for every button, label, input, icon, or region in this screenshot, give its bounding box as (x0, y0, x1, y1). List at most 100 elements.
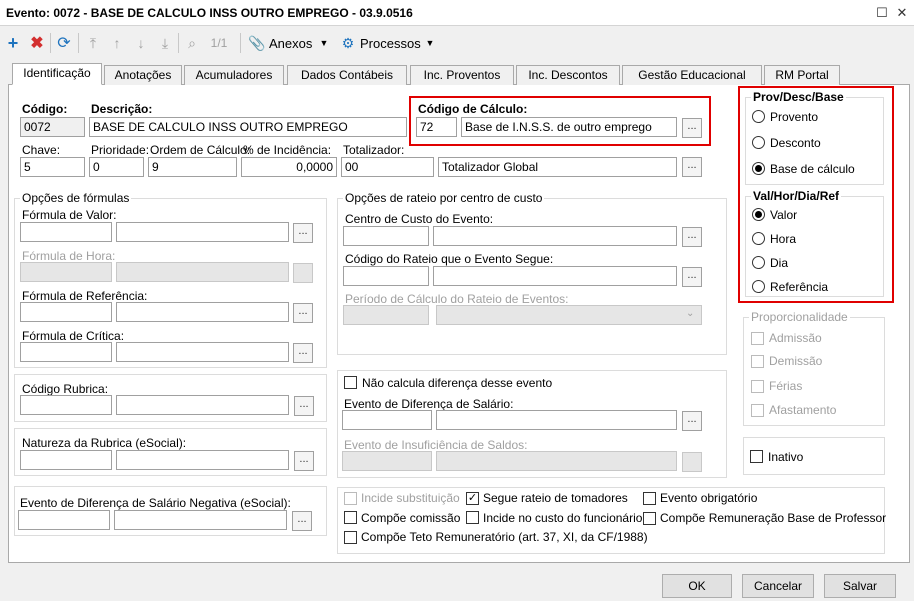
chevron-down-icon[interactable]: ▼ (424, 33, 436, 53)
compoe-comissao-checkbox[interactable] (344, 511, 357, 524)
ok-button[interactable]: OK (662, 574, 732, 598)
base-calculo-label: Base de cálculo (770, 162, 855, 176)
formula-critica-lookup-button[interactable]: ... (293, 343, 313, 363)
natureza-rubrica-code[interactable] (20, 450, 112, 470)
periodo-rateio-select[interactable] (436, 305, 702, 325)
formula-hora-description (116, 262, 289, 282)
formula-hora-lookup-button[interactable]: ... (293, 263, 313, 283)
referencia-label: Referência (770, 280, 829, 294)
previous-record-icon[interactable]: ↑ (108, 33, 126, 53)
base-calculo-radio[interactable] (752, 162, 765, 175)
compoe-remuneracao-checkbox[interactable] (643, 512, 656, 525)
segue-rateio-label: Segue rateio de tomadores (483, 491, 628, 505)
add-icon[interactable]: + (4, 33, 22, 53)
centro-custo-code[interactable] (343, 226, 429, 246)
formula-valor-code[interactable] (20, 222, 112, 242)
next-record-icon[interactable]: ↓ (132, 33, 150, 53)
toolbar: + ✖ ⟳ ⤒ ↑ ↓ ⤓ ⌕ 1/1 📎 Anexos ▼ ⚙ Process… (0, 27, 914, 59)
tab-gestao-educacional[interactable]: Gestão Educacional (622, 65, 762, 85)
formula-valor-lookup-button[interactable]: ... (293, 223, 313, 243)
formula-referencia-lookup-button[interactable]: ... (293, 303, 313, 323)
compoe-teto-label: Compõe Teto Remuneratório (art. 37, XI, … (361, 530, 648, 544)
tab-inc-proventos[interactable]: Inc. Proventos (410, 65, 514, 85)
segue-rateio-checkbox[interactable]: ✓ (466, 492, 479, 505)
referencia-radio[interactable] (752, 280, 765, 293)
totalizador-field[interactable]: 00 (341, 157, 434, 177)
delete-icon[interactable]: ✖ (28, 33, 46, 53)
insuficiencia-saldos-code[interactable] (342, 451, 432, 471)
tab-inc-descontos[interactable]: Inc. Descontos (516, 65, 620, 85)
diferenca-negativa-code[interactable] (18, 510, 110, 530)
periodo-rateio-code[interactable] (343, 305, 429, 325)
codigo-rubrica-lookup-button[interactable]: ... (294, 396, 314, 416)
formula-hora-code[interactable] (20, 262, 112, 282)
diferenca-negativa-description (114, 510, 287, 530)
chevron-down-icon[interactable]: ⌄ (686, 308, 694, 319)
window-title: Evento: 0072 - BASE DE CALCULO INSS OUTR… (6, 6, 413, 20)
close-icon[interactable]: ✕ (892, 3, 912, 23)
ordem-calculo-field[interactable]: 9 (148, 157, 237, 177)
tab-dados-contabeis[interactable]: Dados Contábeis (287, 65, 407, 85)
codigo-field[interactable]: 0072 (20, 117, 85, 137)
prioridade-field[interactable]: 0 (89, 157, 144, 177)
codigo-calculo-description: Base de I.N.S.S. de outro emprego (461, 117, 677, 137)
chevron-down-icon[interactable]: ▼ (318, 33, 330, 53)
incidencia-field[interactable]: 0,0000 (241, 157, 337, 177)
centro-custo-lookup-button[interactable]: ... (682, 227, 702, 247)
demissao-checkbox[interactable] (751, 355, 764, 368)
compoe-teto-checkbox[interactable] (344, 531, 357, 544)
processos-menu[interactable]: Processos (360, 33, 422, 53)
totalizador-lookup-button[interactable]: ... (682, 157, 702, 177)
first-record-icon[interactable]: ⤒ (84, 33, 102, 53)
totalizador-description: Totalizador Global (438, 157, 677, 177)
inativo-checkbox[interactable] (750, 450, 763, 463)
formula-referencia-label: Fórmula de Referência: (22, 289, 148, 303)
evento-obrigatorio-checkbox[interactable] (643, 492, 656, 505)
gear-icon[interactable]: ⚙ (341, 33, 355, 53)
admissao-label: Admissão (769, 331, 822, 345)
natureza-rubrica-lookup-button[interactable]: ... (294, 451, 314, 471)
valor-radio[interactable] (752, 208, 765, 221)
afastamento-checkbox[interactable] (751, 404, 764, 417)
codigo-rateio-code[interactable] (343, 266, 429, 286)
insuficiencia-saldos-lookup-button[interactable]: ... (682, 452, 702, 472)
refresh-icon[interactable]: ⟳ (55, 33, 73, 53)
provento-radio[interactable] (752, 110, 765, 123)
ferias-checkbox[interactable] (751, 380, 764, 393)
anexos-menu[interactable]: Anexos (269, 33, 315, 53)
tab-anotacoes[interactable]: Anotações (104, 65, 182, 85)
codigo-calculo-lookup-button[interactable]: ... (682, 118, 702, 138)
evento-diferenca-code[interactable] (342, 410, 432, 430)
incide-custo-checkbox[interactable] (466, 511, 479, 524)
admissao-checkbox[interactable] (751, 332, 764, 345)
cancelar-button[interactable]: Cancelar (742, 574, 814, 598)
nao-calcula-diferenca-checkbox[interactable] (344, 376, 357, 389)
search-icon[interactable]: ⌕ (183, 33, 201, 53)
maximize-icon[interactable]: ☐ (872, 3, 892, 23)
provento-label: Provento (770, 110, 819, 124)
descricao-field[interactable]: BASE DE CALCULO INSS OUTRO EMPREGO (89, 117, 407, 137)
codigo-rateio-lookup-button[interactable]: ... (682, 267, 702, 287)
dia-label: Dia (770, 256, 789, 270)
formula-referencia-code[interactable] (20, 302, 112, 322)
desconto-radio[interactable] (752, 136, 765, 149)
evento-diferenca-lookup-button[interactable]: ... (682, 411, 702, 431)
codigo-calculo-field[interactable]: 72 (416, 117, 457, 137)
diferenca-negativa-lookup-button[interactable]: ... (292, 511, 312, 531)
formula-critica-code[interactable] (20, 342, 112, 362)
chave-field[interactable]: 5 (20, 157, 85, 177)
centro-custo-label: Centro de Custo do Evento: (345, 212, 494, 226)
periodo-rateio-label: Período de Cálculo do Rateio de Eventos: (345, 292, 569, 306)
tab-identificacao[interactable]: Identificação (12, 63, 102, 85)
tab-acumuladores[interactable]: Acumuladores (184, 65, 284, 85)
paperclip-icon[interactable]: 📎 (248, 33, 265, 53)
last-record-icon[interactable]: ⤓ (156, 33, 174, 53)
incidencia-label: % de Incidência: (243, 143, 332, 157)
dia-radio[interactable] (752, 256, 765, 269)
codigo-rubrica-code[interactable] (20, 395, 112, 415)
proporcionalidade-title: Proporcionalidade (749, 310, 850, 324)
incide-substituicao-checkbox[interactable] (344, 492, 357, 505)
salvar-button[interactable]: Salvar (824, 574, 896, 598)
hora-radio[interactable] (752, 232, 765, 245)
tab-rm-portal[interactable]: RM Portal (764, 65, 840, 85)
